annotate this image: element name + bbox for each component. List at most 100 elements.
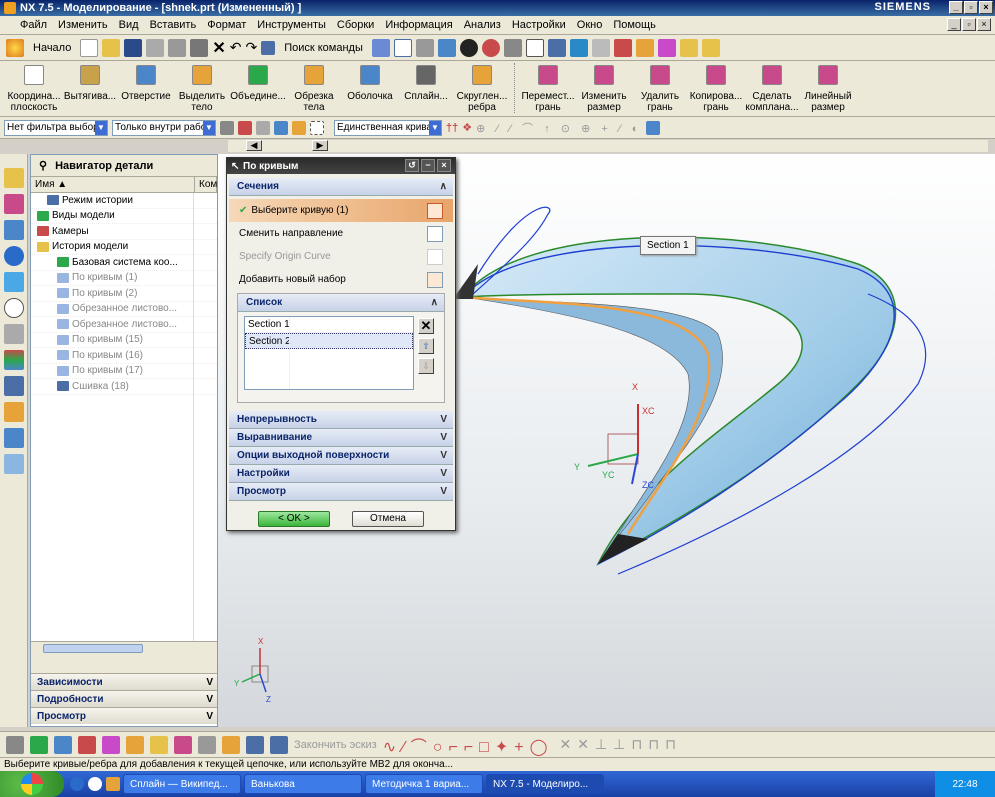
analysis-icon[interactable] bbox=[635, 38, 654, 57]
pin-icon[interactable]: ⚲ bbox=[39, 159, 47, 172]
shade-edge-icon[interactable] bbox=[481, 38, 500, 57]
sketch-curve-icons[interactable]: ∿⁄⌒○⌐⌐□✦+◯ bbox=[383, 733, 554, 757]
clock[interactable]: 22:48 bbox=[952, 779, 977, 790]
derived-line-icon[interactable] bbox=[222, 735, 240, 754]
scrollbar-thumb[interactable] bbox=[43, 644, 143, 653]
sections-group-header[interactable]: Сечения ∧ bbox=[229, 178, 453, 196]
orient-view-icon[interactable] bbox=[503, 38, 522, 57]
type-filter-combo[interactable]: Нет фильтра выбор ▼ bbox=[4, 119, 108, 136]
sketch-orient-icon[interactable] bbox=[6, 735, 24, 754]
sketch-constraint-icons[interactable]: ✕✕⊥⊥⊓⊓⊓ bbox=[559, 736, 682, 753]
layer-icon[interactable] bbox=[569, 38, 588, 57]
horizontal-scrollbar[interactable] bbox=[31, 641, 217, 655]
finish-sketch-label[interactable]: Закончить эскиз bbox=[294, 739, 377, 751]
tree-item[interactable]: По кривым (17) bbox=[31, 364, 217, 379]
list-item-section-2[interactable]: Section 2 bbox=[245, 333, 413, 349]
list-item-section-1[interactable]: Section 1 bbox=[245, 317, 413, 333]
mirror-icon[interactable] bbox=[102, 735, 120, 754]
paste-icon[interactable] bbox=[190, 38, 209, 57]
tree-item[interactable]: Режим истории bbox=[31, 193, 217, 209]
web-browser-icon[interactable] bbox=[4, 246, 24, 266]
measure-icon[interactable] bbox=[613, 38, 632, 57]
dialog-reset-button[interactable]: ↺ bbox=[405, 159, 419, 172]
follow-fillet-icon[interactable]: ❖ bbox=[462, 121, 472, 134]
drafting-icon[interactable] bbox=[701, 38, 720, 57]
splitter[interactable] bbox=[31, 655, 217, 673]
snap-cube-icon[interactable] bbox=[646, 120, 661, 135]
scope-combo[interactable]: Только внутри рабо ▼ bbox=[112, 119, 216, 136]
tree-item[interactable]: Базовая система коо... bbox=[31, 255, 217, 271]
box-select-icon[interactable] bbox=[310, 120, 324, 135]
quicklaunch-firefox-icon[interactable] bbox=[106, 777, 120, 791]
output-surface-options-group[interactable]: Опции выходной поверхности V bbox=[229, 447, 453, 465]
pattern-icon[interactable] bbox=[150, 735, 168, 754]
start-button[interactable]: Начало bbox=[28, 39, 76, 57]
list-group-header[interactable]: Список ∧ bbox=[238, 294, 444, 312]
column-comment-header[interactable]: Ком bbox=[195, 177, 217, 192]
move-down-button[interactable]: ⇩ bbox=[418, 358, 434, 374]
color-palette-icon[interactable] bbox=[4, 350, 24, 370]
tree-item[interactable]: История модели bbox=[31, 240, 217, 255]
tree-item[interactable]: По кривым (16) bbox=[31, 348, 217, 364]
finish-sketch-icon[interactable] bbox=[270, 735, 288, 754]
details-section[interactable]: Подробности V bbox=[31, 690, 217, 707]
edit-object-icon[interactable] bbox=[657, 38, 676, 57]
intersect-icon[interactable] bbox=[198, 735, 216, 754]
new-file-icon[interactable] bbox=[80, 38, 99, 57]
menu-window[interactable]: Окно bbox=[577, 19, 603, 31]
hole-button[interactable]: Отверстие bbox=[118, 61, 174, 115]
curve-rule-combo[interactable]: Единственная кривая ▼ bbox=[334, 119, 442, 136]
menu-help[interactable]: Помощь bbox=[613, 19, 656, 31]
add-new-set-row[interactable]: Добавить новый набор bbox=[229, 268, 453, 291]
reverse-direction-row[interactable]: Сменить направление bbox=[229, 222, 453, 245]
menu-edit[interactable]: Изменить bbox=[58, 19, 108, 31]
cut-icon[interactable] bbox=[146, 38, 165, 57]
column-name-header[interactable]: Имя ▲ bbox=[31, 177, 195, 192]
system-materials-icon[interactable] bbox=[4, 454, 24, 474]
curve-select-icon[interactable] bbox=[427, 202, 443, 219]
extract-body-button[interactable]: Выделить тело bbox=[174, 61, 230, 115]
mdi-minimize-button[interactable]: _ bbox=[947, 18, 961, 31]
tree-item[interactable]: Обрезанное листово... bbox=[31, 302, 217, 317]
zoom-icon[interactable] bbox=[415, 38, 434, 57]
save-icon[interactable] bbox=[124, 38, 143, 57]
reset-filter-icon[interactable] bbox=[220, 120, 234, 135]
open-folder-icon[interactable] bbox=[102, 38, 121, 57]
menu-preferences[interactable]: Настройки bbox=[512, 19, 566, 31]
part-navigator-icon[interactable] bbox=[4, 220, 24, 240]
background-icon[interactable] bbox=[525, 38, 544, 57]
unite-button[interactable]: Объедине... bbox=[230, 61, 286, 115]
start-menu-button[interactable] bbox=[0, 771, 64, 797]
add-point-icon[interactable] bbox=[30, 735, 48, 754]
ruler-icon[interactable] bbox=[679, 38, 698, 57]
tree-item[interactable]: Сшивка (18) bbox=[31, 379, 217, 395]
wcs-icon[interactable] bbox=[547, 38, 566, 57]
datum-icon[interactable] bbox=[54, 735, 72, 754]
reverse-direction-icon[interactable] bbox=[427, 225, 443, 242]
process-studio-icon[interactable] bbox=[4, 376, 24, 396]
sketch-icon[interactable] bbox=[246, 735, 264, 754]
task-browser[interactable]: Сплайн — Википед... bbox=[123, 774, 241, 794]
snap-point-icons[interactable]: ⊕ ⁄ ∕ ⌒ ↑ ⊙ ⊕ + ∕ ◐ bbox=[476, 120, 642, 136]
edge-blend-button[interactable]: Скруглен... ребра bbox=[454, 61, 510, 115]
extrude-button[interactable]: Вытягива... bbox=[62, 61, 118, 115]
menu-insert[interactable]: Вставить bbox=[150, 19, 197, 31]
task-word[interactable]: Методичка 1 вариа... bbox=[365, 774, 483, 794]
select-face-icon[interactable] bbox=[274, 120, 288, 135]
fit-view-icon[interactable] bbox=[393, 38, 412, 57]
tree-item[interactable]: По кривым (1) bbox=[31, 271, 217, 286]
continuity-group[interactable]: Непрерывность V bbox=[229, 411, 453, 429]
preview-section[interactable]: Просмотр V bbox=[31, 707, 217, 724]
tree-item[interactable]: По кривым (2) bbox=[31, 286, 217, 302]
task-nx[interactable]: NX 7.5 - Моделиро... bbox=[486, 774, 604, 794]
tab-scroll-right[interactable]: ▶ bbox=[312, 140, 328, 151]
copy-icon[interactable] bbox=[168, 38, 187, 57]
redo-icon[interactable]: ↷ bbox=[245, 39, 257, 56]
move-face-button[interactable]: Перемест... грань bbox=[520, 61, 576, 115]
find-command-button[interactable]: Поиск команды bbox=[279, 39, 368, 57]
roles-icon[interactable] bbox=[4, 402, 24, 422]
undo-icon[interactable]: ↶ bbox=[230, 39, 242, 56]
linear-dim-button[interactable]: Линейный размер bbox=[800, 61, 856, 115]
quicklaunch-chrome-icon[interactable] bbox=[88, 777, 102, 791]
quicklaunch-ie-icon[interactable] bbox=[70, 777, 84, 791]
